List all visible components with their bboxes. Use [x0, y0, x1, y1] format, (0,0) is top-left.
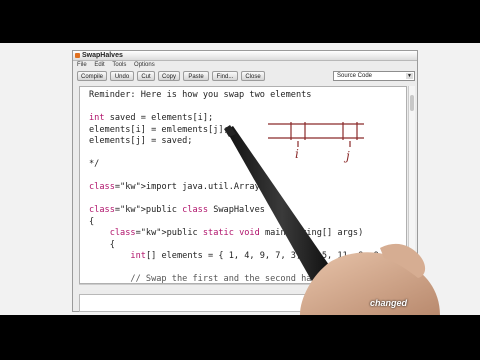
stylus-body [226, 126, 338, 292]
hand-with-stylus [224, 125, 440, 315]
changed-status: changed [370, 298, 408, 308]
